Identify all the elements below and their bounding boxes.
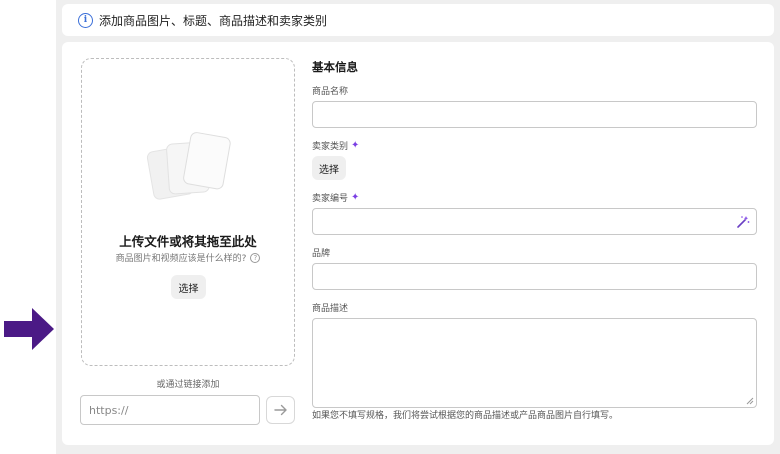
product-name-label-text: 商品名称: [312, 87, 349, 97]
description-label: 商品描述: [312, 301, 348, 314]
banner-text: 添加商品图片、标题、商品描述和卖家类别: [99, 13, 328, 28]
url-add-label: 或通过链接添加: [156, 380, 220, 390]
url-input[interactable]: [80, 395, 260, 425]
product-name-label: 商品名称: [312, 84, 348, 97]
description-textarea[interactable]: [312, 318, 757, 408]
sparkle-icon: ✦: [351, 191, 360, 203]
info-icon: i: [78, 12, 93, 28]
arrow-right-icon: [273, 404, 287, 416]
seller-category-select-button[interactable]: 选择: [312, 156, 346, 180]
upload-dropzone[interactable]: 上传文件或将其拖至此处 商品图片和视频应该是什么样的? ? 选择: [81, 58, 295, 366]
description-label-text: 商品描述: [312, 304, 349, 314]
image-stack-icon: [146, 132, 231, 200]
upload-select-button[interactable]: 选择: [171, 275, 206, 299]
url-submit-button[interactable]: [266, 396, 295, 424]
seller-sku-input[interactable]: [312, 208, 757, 235]
section-title: 基本信息: [312, 60, 358, 74]
seller-category-label-text: 卖家类别: [312, 142, 349, 152]
info-banner: i 添加商品图片、标题、商品描述和卖家类别: [62, 4, 774, 36]
question-circle-icon[interactable]: ?: [250, 252, 261, 263]
seller-category-label: 卖家类别 ✦: [312, 139, 359, 152]
magic-wand-icon[interactable]: [736, 215, 750, 229]
upload-help-text[interactable]: 商品图片和视频应该是什么样的?: [116, 251, 247, 264]
brand-label: 品牌: [312, 246, 330, 259]
upload-help[interactable]: 商品图片和视频应该是什么样的? ?: [82, 251, 294, 264]
upload-title: 上传文件或将其拖至此处: [119, 234, 257, 249]
form-footnote: 如果您不填写规格，我们将尝试根据您的商品描述或产品商品图片自行填写。: [312, 411, 619, 421]
product-name-input[interactable]: [312, 101, 757, 128]
brand-input[interactable]: [312, 263, 757, 290]
sparkle-icon: ✦: [351, 139, 360, 151]
resize-grip-icon[interactable]: [746, 397, 754, 405]
pointer-arrow-icon: [4, 308, 54, 350]
brand-label-text: 品牌: [312, 249, 331, 259]
seller-sku-label-text: 卖家编号: [312, 194, 349, 204]
seller-sku-label: 卖家编号 ✦: [312, 191, 359, 204]
